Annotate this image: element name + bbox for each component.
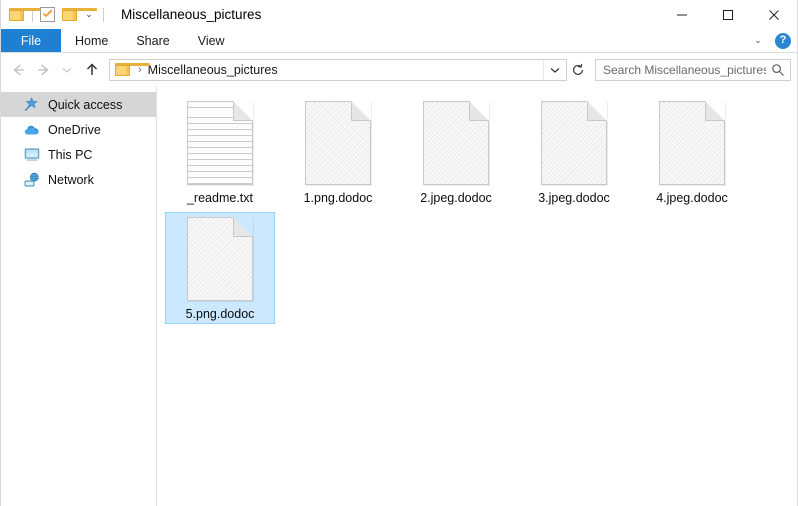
file-list-view[interactable]: _readme.txt 1.png.dodoc 2.jpeg.dodoc 3.j… <box>157 86 797 506</box>
title-bar: ⌄ Miscellaneous_pictures <box>1 0 797 29</box>
quick-access-toolbar: ⌄ <box>9 7 111 22</box>
file-item-2[interactable]: 2.jpeg.dodoc <box>401 96 511 208</box>
search-box[interactable]: Search Miscellaneous_pictures <box>595 58 791 81</box>
sidebar-item-this-pc[interactable]: This PC <box>1 142 156 167</box>
recent-locations-chevron-down-icon[interactable] <box>55 58 79 82</box>
sidebar-item-quick-access[interactable]: Quick access <box>1 92 156 117</box>
file-item-4[interactable]: 4.jpeg.dodoc <box>637 96 747 208</box>
generic-file-icon <box>423 101 489 185</box>
ribbon-tab-strip: File Home Share View ⌄ ? <box>1 29 797 53</box>
file-thumbnail <box>423 101 489 185</box>
file-item-readme[interactable]: _readme.txt <box>165 96 275 208</box>
toolbar-divider-2 <box>103 7 104 22</box>
generic-file-icon <box>659 101 725 185</box>
file-name-label: 3.jpeg.dodoc <box>538 191 610 205</box>
generic-file-icon <box>187 217 253 301</box>
ribbon-right-controls: ⌄ ? <box>751 29 791 52</box>
properties-icon[interactable] <box>40 7 55 22</box>
tab-share[interactable]: Share <box>122 29 183 52</box>
monitor-icon <box>23 147 41 163</box>
file-grid: _readme.txt 1.png.dodoc 2.jpeg.dodoc 3.j… <box>165 94 797 326</box>
navigation-pane: Quick access OneDrive This PC Network <box>1 86 157 506</box>
sidebar-item-network[interactable]: Network <box>1 167 156 192</box>
folder-icon[interactable] <box>9 7 44 22</box>
sidebar-item-label: Quick access <box>48 97 123 112</box>
tab-file[interactable]: File <box>1 29 61 52</box>
tab-view[interactable]: View <box>184 29 239 52</box>
search-icon[interactable] <box>766 63 790 77</box>
sidebar-item-label: This PC <box>48 147 93 162</box>
explorer-window: ⌄ Miscellaneous_pictures File Home Share… <box>0 0 798 506</box>
chevron-down-icon[interactable]: ⌄ <box>751 36 765 45</box>
minimize-button[interactable] <box>659 0 705 29</box>
text-document-icon <box>187 101 253 185</box>
chevron-down-icon[interactable]: ⌄ <box>82 10 96 19</box>
window-controls <box>659 0 797 29</box>
generic-file-icon <box>305 101 371 185</box>
pin-star-icon <box>23 97 41 113</box>
refresh-icon[interactable] <box>567 59 589 81</box>
file-thumbnail <box>187 217 253 301</box>
file-name-label: 4.jpeg.dodoc <box>656 191 728 205</box>
maximize-button[interactable] <box>705 0 751 29</box>
file-thumbnail <box>187 101 253 185</box>
cloud-icon <box>23 122 41 138</box>
up-button[interactable] <box>79 58 105 82</box>
file-thumbnail <box>659 101 725 185</box>
file-thumbnail <box>305 101 371 185</box>
file-name-label: 2.jpeg.dodoc <box>420 191 492 205</box>
breadcrumb[interactable]: Miscellaneous_pictures <box>148 63 278 77</box>
file-thumbnail <box>541 101 607 185</box>
sidebar-item-label: OneDrive <box>48 122 101 137</box>
forward-button[interactable] <box>31 58 55 82</box>
window-title: Miscellaneous_pictures <box>121 7 262 22</box>
file-name-label: 5.png.dodoc <box>185 307 255 321</box>
file-name-label: 1.png.dodoc <box>303 191 373 205</box>
address-dropdown-chevron-down-icon[interactable] <box>543 59 566 80</box>
search-input[interactable]: Search Miscellaneous_pictures <box>596 63 766 77</box>
tab-home[interactable]: Home <box>61 29 122 52</box>
explorer-body: Quick access OneDrive This PC Network _r… <box>1 86 797 506</box>
generic-file-icon <box>541 101 607 185</box>
sidebar-item-label: Network <box>48 172 94 187</box>
file-item-3[interactable]: 3.jpeg.dodoc <box>519 96 629 208</box>
address-bar: › Miscellaneous_pictures Search Miscella… <box>1 53 797 86</box>
address-path-box[interactable]: › Miscellaneous_pictures <box>109 58 567 81</box>
network-icon <box>23 172 41 188</box>
file-item-1[interactable]: 1.png.dodoc <box>283 96 393 208</box>
folder-icon <box>115 62 150 77</box>
file-name-label: _readme.txt <box>186 191 253 205</box>
help-icon[interactable]: ? <box>775 32 791 49</box>
file-item-5[interactable]: 5.png.dodoc <box>165 212 275 324</box>
back-button[interactable] <box>7 58 31 82</box>
sidebar-item-onedrive[interactable]: OneDrive <box>1 117 156 142</box>
close-button[interactable] <box>751 0 797 29</box>
new-folder-icon[interactable] <box>62 7 97 22</box>
